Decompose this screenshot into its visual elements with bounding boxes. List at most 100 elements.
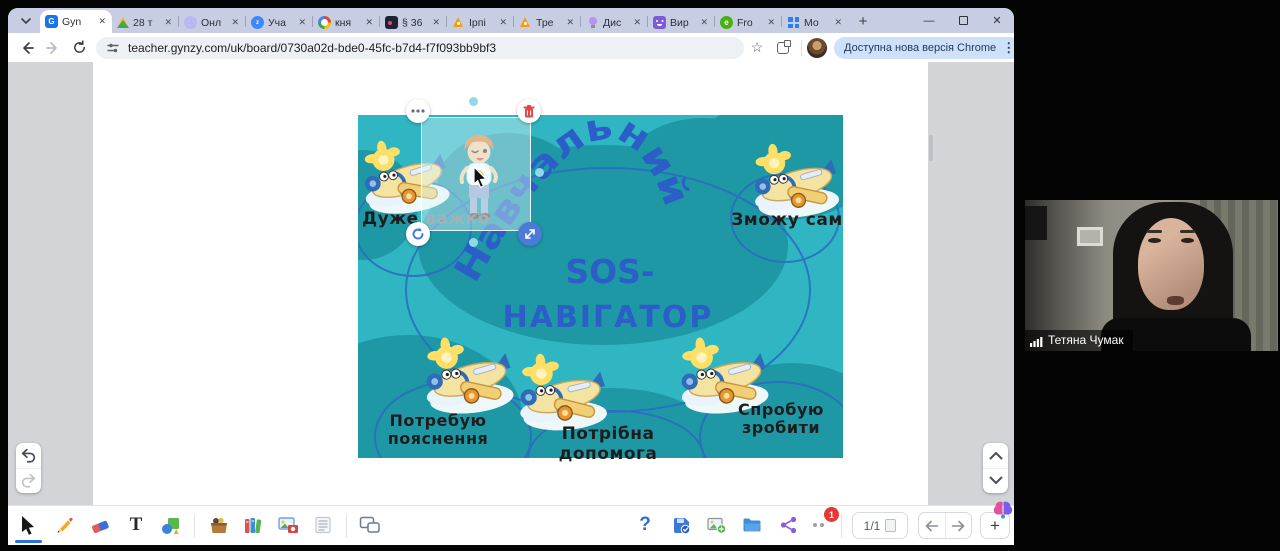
object-rotate-button[interactable] — [406, 222, 430, 246]
arrow-right-icon — [951, 520, 965, 532]
tab-close-icon[interactable]: ✕ — [833, 17, 843, 28]
redo-button[interactable] — [16, 468, 41, 494]
shapes-tool-button[interactable] — [155, 510, 187, 540]
add-image-page-button[interactable] — [701, 510, 733, 540]
eraser-tool-button[interactable] — [84, 510, 116, 540]
present-mode-button[interactable] — [354, 510, 386, 540]
back-button[interactable] — [14, 35, 40, 61]
scrollbar-thumb[interactable] — [929, 135, 933, 161]
scroll-down-button[interactable] — [983, 468, 1008, 494]
address-bar[interactable]: teacher.gynzy.com/uk/board/0730a02d-bde0… — [96, 37, 744, 59]
next-page-button[interactable] — [945, 513, 972, 538]
tab-gynzy[interactable]: G Gyn ✕ — [40, 10, 112, 33]
text-tool-icon: T — [130, 514, 143, 536]
tab-distance[interactable]: Дис ✕ — [581, 12, 647, 33]
window-close-button[interactable]: ✕ — [980, 8, 1014, 33]
media-button[interactable] — [272, 510, 304, 540]
screen-capture: G Gyn ✕ 28 т ✕ Онл ✕ z Уча ✕ кня — [0, 0, 1280, 551]
object-delete-button[interactable] — [517, 99, 541, 123]
site-settings-tune-icon — [106, 41, 120, 55]
pencil-tool-button[interactable] — [48, 510, 80, 540]
tab-online[interactable]: Онл ✕ — [179, 12, 245, 33]
tab-training[interactable]: Тре ✕ — [514, 12, 580, 33]
tab-close-icon[interactable]: ✕ — [364, 17, 374, 28]
tab-drive[interactable]: 28 т ✕ — [112, 12, 178, 33]
tab-close-icon[interactable]: ✕ — [163, 17, 173, 28]
new-tab-button[interactable]: + — [852, 10, 874, 32]
reload-button[interactable] — [66, 35, 92, 61]
browser-window: G Gyn ✕ 28 т ✕ Онл ✕ z Уча ✕ кня — [8, 8, 1014, 545]
library-button[interactable] — [237, 510, 269, 540]
rotate-icon — [411, 227, 425, 241]
label-will-try: Спробуюзробити — [726, 401, 836, 438]
books-icon — [243, 516, 263, 535]
window-restore-button[interactable] — [946, 8, 980, 33]
object-more-options-button[interactable] — [406, 99, 430, 123]
tab-virtual[interactable]: Вир ✕ — [648, 12, 714, 33]
gynzy-favicon-icon: G — [45, 15, 58, 28]
profile-avatar[interactable] — [807, 38, 827, 58]
save-board-button[interactable] — [665, 510, 697, 540]
tab-close-icon[interactable]: ✕ — [431, 17, 441, 28]
tab-label: Тре — [536, 17, 561, 29]
tab-close-icon[interactable]: ✕ — [565, 17, 575, 28]
tab-law-site[interactable]: § 36 ✕ — [380, 12, 446, 33]
tab-close-icon[interactable]: ✕ — [766, 17, 776, 28]
tab-search-chevron-button[interactable] — [14, 11, 38, 31]
lightbulb-favicon-icon — [586, 16, 599, 29]
tab-google-search[interactable]: кня ✕ — [313, 12, 379, 33]
participant-eye — [1181, 238, 1194, 243]
tab-close-icon[interactable]: ✕ — [230, 17, 240, 28]
browser-menu-icon[interactable]: ⋮ — [1002, 40, 1014, 56]
share-button[interactable] — [772, 510, 804, 540]
tab-irpin[interactable]: Ірпі ✕ — [447, 12, 513, 33]
participant-name: Тетяна Чумак — [1048, 333, 1124, 347]
trash-icon — [523, 105, 535, 118]
arrow-left-icon — [925, 520, 939, 532]
page-thumbnail-icon — [885, 519, 896, 532]
active-tool-indicator — [15, 540, 42, 543]
url-text: teacher.gynzy.com/uk/board/0730a02d-bde0… — [128, 41, 496, 55]
more-dots-icon — [812, 522, 828, 528]
toolbar-divider — [801, 40, 802, 56]
page-scroll-group — [983, 443, 1008, 493]
alert-bell-favicon-icon — [519, 16, 532, 29]
page-indicator[interactable]: 1/1 — [852, 512, 908, 539]
undo-button[interactable] — [16, 443, 41, 468]
tab-close-icon[interactable]: ✕ — [297, 17, 307, 28]
object-resize-button[interactable] — [518, 222, 542, 246]
tab-organizer-button[interactable] — [770, 35, 796, 61]
tab-label: Онл — [201, 17, 226, 29]
bookmark-star-button[interactable]: ☆ — [744, 35, 770, 61]
tab-mosaic[interactable]: Мо ✕ — [782, 12, 848, 33]
select-cursor-icon — [20, 515, 37, 536]
selection-connector-line — [418, 110, 530, 111]
redo-icon — [20, 473, 37, 488]
worksheet-button[interactable] — [307, 510, 339, 540]
help-button[interactable]: ? — [629, 510, 661, 540]
scroll-up-button[interactable] — [983, 443, 1008, 468]
toolbox-button[interactable] — [203, 510, 235, 540]
webcam-video-tile[interactable]: Тетяна Чумак — [1025, 200, 1278, 351]
previous-page-button[interactable] — [919, 513, 945, 538]
selection-handle-bottom[interactable] — [469, 238, 478, 247]
brain-extension-icon[interactable] — [992, 500, 1014, 519]
chrome-update-button[interactable]: Доступна нова версія Chrome ⋮ — [834, 37, 1014, 59]
more-options-button[interactable]: 1 — [804, 510, 836, 540]
tab-close-icon[interactable]: ✕ — [699, 17, 709, 28]
tab-zoom[interactable]: z Уча ✕ — [246, 12, 312, 33]
tab-frog[interactable]: e Fro ✕ — [715, 12, 781, 33]
board-title-sos: SOS- — [565, 252, 654, 291]
forward-button[interactable] — [40, 35, 66, 61]
open-folder-button[interactable] — [736, 510, 768, 540]
select-tool-button[interactable] — [12, 510, 44, 540]
google-favicon-icon — [318, 16, 331, 29]
text-tool-button[interactable]: T — [120, 510, 152, 540]
tab-close-icon[interactable]: ✕ — [97, 16, 107, 27]
selection-handle-top[interactable] — [469, 97, 478, 106]
tab-close-icon[interactable]: ✕ — [632, 17, 642, 28]
window-minimize-button[interactable]: — — [912, 8, 946, 33]
tab-label: Ірпі — [469, 17, 494, 29]
tab-close-icon[interactable]: ✕ — [498, 17, 508, 28]
selection-handle-right[interactable] — [535, 168, 544, 177]
